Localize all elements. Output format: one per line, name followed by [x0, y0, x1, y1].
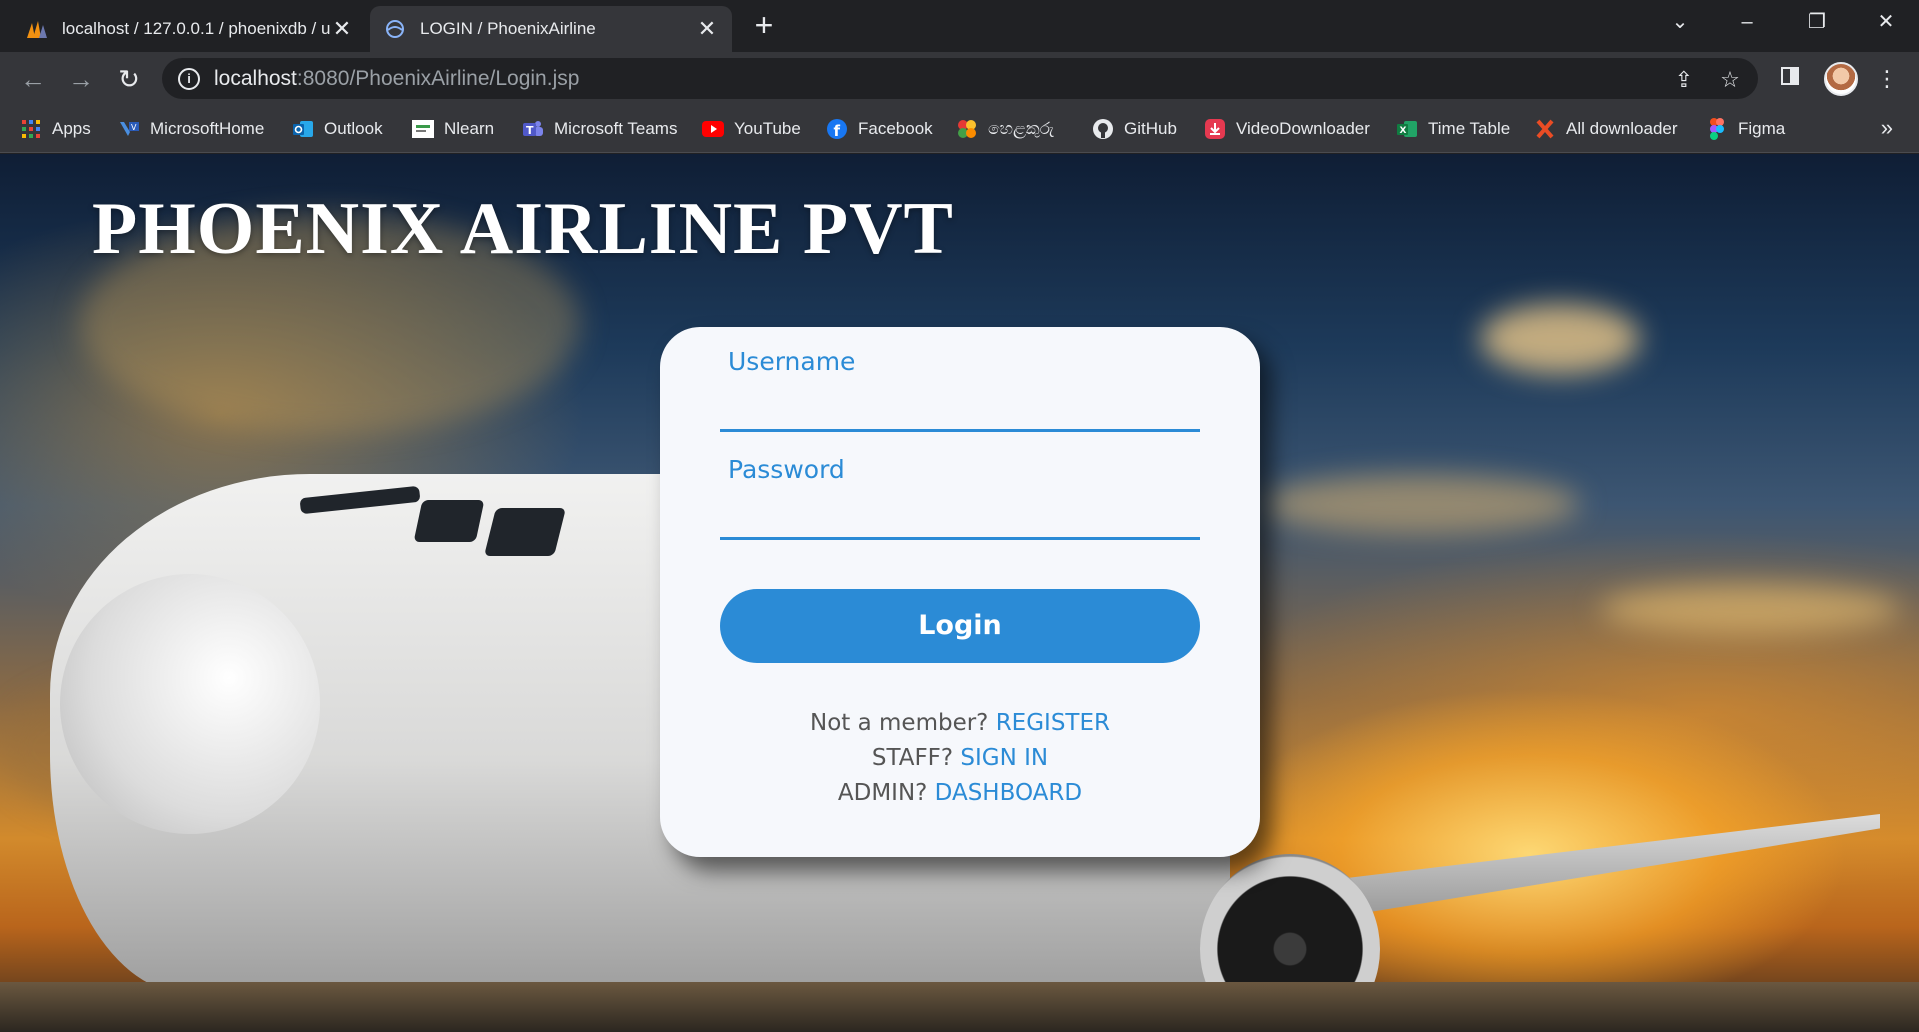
bookmark-microsofthome[interactable]: V MicrosoftHome	[118, 105, 264, 153]
minimize-icon[interactable]: –	[1727, 6, 1767, 38]
share-icon[interactable]: ⇪	[1670, 66, 1698, 94]
side-panel-icon[interactable]	[1773, 62, 1807, 96]
bookmark-label: හෙළකුරු	[988, 119, 1054, 138]
runway-ground	[0, 982, 1919, 1032]
staff-line: STAFF? SIGN IN	[660, 745, 1260, 771]
page-background: PHOENIX AIRLINE PVT Username Password Lo…	[0, 154, 1919, 1032]
tab-login[interactable]: LOGIN / PhoenixAirline ✕	[370, 6, 732, 52]
address-bar-row: ← → ↻ i localhost:8080/PhoenixAirline/Lo…	[0, 52, 1919, 105]
figma-icon	[1706, 118, 1728, 140]
cockpit-window	[413, 500, 485, 542]
username-input[interactable]	[720, 392, 1200, 432]
cloud	[1260, 474, 1580, 534]
svg-text:T: T	[526, 124, 534, 137]
login-button[interactable]: Login	[720, 589, 1200, 663]
new-tab-plus-icon[interactable]: +	[748, 9, 780, 42]
teams-icon: T	[522, 118, 544, 140]
bookmark-facebook[interactable]: f Facebook	[826, 105, 933, 153]
microsoft-icon: V	[118, 118, 140, 140]
staff-prompt: STAFF?	[871, 745, 961, 771]
bookmark-figma[interactable]: Figma	[1706, 105, 1785, 153]
download-icon	[1204, 118, 1226, 140]
login-form: Username Password Login Not a member? RE…	[660, 327, 1260, 857]
bookmark-label: Time Table	[1428, 119, 1511, 138]
svg-text:f: f	[834, 122, 841, 140]
star-icon[interactable]: ☆	[1716, 66, 1744, 94]
username-label: Username	[728, 347, 856, 376]
chevron-double-right-icon[interactable]: »	[1881, 115, 1893, 141]
chevron-down-icon[interactable]: ⌄	[1660, 6, 1700, 38]
helakuru-icon	[956, 118, 978, 140]
bookmark-label: GitHub	[1124, 119, 1177, 138]
bookmark-label: All downloader	[1566, 119, 1678, 138]
bookmark-youtube[interactable]: YouTube	[702, 105, 801, 153]
bookmark-outlook[interactable]: Outlook	[292, 105, 383, 153]
facebook-icon: f	[826, 118, 848, 140]
bookmark-microsoft-teams[interactable]: T Microsoft Teams	[522, 105, 677, 153]
reload-icon[interactable]: ↻	[110, 60, 148, 98]
bookmark-label: Nlearn	[444, 119, 495, 138]
url-input[interactable]: i localhost:8080/PhoenixAirline/Login.js…	[162, 58, 1758, 99]
apps-grid-icon	[20, 118, 42, 140]
forward-arrow-icon[interactable]: →	[62, 60, 100, 98]
tab-title: LOGIN / PhoenixAirline	[420, 19, 596, 38]
bookmark-label: YouTube	[734, 119, 801, 138]
url-path: :8080/PhoenixAirline/Login.jsp	[296, 66, 580, 90]
svg-text:X: X	[1400, 126, 1407, 136]
bookmarks-bar: Apps V MicrosoftHome Outlook Nlearn T Mi…	[0, 105, 1919, 153]
x-downloader-icon	[1534, 118, 1556, 140]
page-title: PHOENIX AIRLINE PVT	[92, 188, 954, 270]
cockpit-window	[484, 508, 566, 556]
register-line: Not a member? REGISTER	[660, 710, 1260, 736]
tab-phpmyadmin[interactable]: localhost / 127.0.0.1 / phoenixdb / u ✕	[12, 6, 367, 52]
url-host: localhost	[214, 66, 297, 90]
github-icon	[1092, 118, 1114, 140]
menu-kebab-icon[interactable]: ⋮	[1870, 62, 1904, 96]
bookmark-label: Facebook	[858, 119, 933, 138]
bookmark-time-table[interactable]: X Time Table	[1396, 105, 1510, 153]
dashboard-link[interactable]: DASHBOARD	[935, 780, 1082, 806]
window-close-icon[interactable]: ✕	[1866, 6, 1906, 38]
avatar[interactable]	[1824, 62, 1858, 96]
admin-prompt: ADMIN?	[837, 780, 935, 806]
bookmark-label: VideoDownloader	[1236, 119, 1370, 138]
bookmark-label: MicrosoftHome	[150, 119, 265, 138]
outlook-icon	[292, 118, 314, 140]
register-link[interactable]: REGISTER	[996, 710, 1110, 736]
bookmark-nlearn[interactable]: Nlearn	[412, 105, 494, 153]
info-icon[interactable]: i	[178, 67, 200, 90]
close-icon[interactable]: ✕	[696, 16, 718, 41]
register-prompt: Not a member?	[810, 710, 996, 736]
bookmark-helakuru[interactable]: හෙළකුරු	[956, 105, 1054, 153]
close-icon[interactable]: ✕	[331, 16, 353, 41]
bookmark-videodownloader[interactable]: VideoDownloader	[1204, 105, 1370, 153]
airplane-nose	[60, 574, 320, 834]
phpmyadmin-icon	[26, 18, 48, 40]
browser-tab-bar: localhost / 127.0.0.1 / phoenixdb / u ✕ …	[0, 0, 1919, 52]
nlearn-icon	[412, 118, 434, 140]
excel-icon: X	[1396, 118, 1418, 140]
globe-icon	[384, 18, 406, 40]
svg-text:V: V	[131, 123, 137, 132]
password-label: Password	[728, 455, 845, 484]
restore-icon[interactable]: ❐	[1797, 6, 1837, 38]
back-arrow-icon[interactable]: ←	[14, 60, 52, 98]
admin-line: ADMIN? DASHBOARD	[660, 780, 1260, 806]
bookmark-all-downloader[interactable]: All downloader	[1534, 105, 1678, 153]
password-input[interactable]	[720, 500, 1200, 540]
tab-title: localhost / 127.0.0.1 / phoenixdb / u	[62, 19, 331, 38]
bookmark-apps[interactable]: Apps	[20, 105, 91, 153]
youtube-icon	[702, 118, 724, 140]
bookmark-label: Outlook	[324, 119, 383, 138]
cloud	[1600, 584, 1900, 634]
bookmark-github[interactable]: GitHub	[1092, 105, 1177, 153]
sign-in-link[interactable]: SIGN IN	[960, 745, 1048, 771]
bookmark-label: Figma	[1738, 119, 1786, 138]
bookmark-label: Microsoft Teams	[554, 119, 678, 138]
cloud	[1480, 304, 1640, 374]
bookmark-label: Apps	[52, 119, 91, 138]
